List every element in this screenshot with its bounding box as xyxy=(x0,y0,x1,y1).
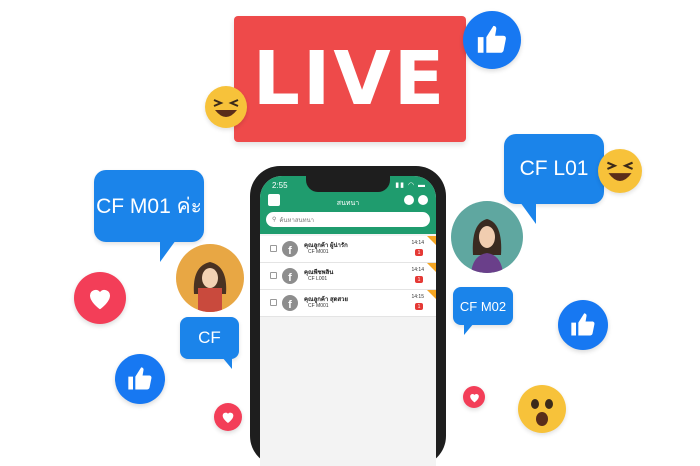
bubble-text: CF xyxy=(198,328,221,347)
unread-badge: 1 xyxy=(415,303,423,310)
status-icons: ▮▮ ◠ ▬ xyxy=(395,182,426,189)
message-time: 14:15 xyxy=(411,294,424,300)
facebook-icon: f xyxy=(282,268,298,284)
bubble-text: CF M02 xyxy=(459,298,507,314)
row-checkbox[interactable] xyxy=(270,299,277,306)
unread-badge: 1 xyxy=(415,249,423,256)
status-time: 2:55 xyxy=(272,181,288,190)
customer-avatar xyxy=(451,201,523,273)
search-placeholder: ค้นหาสนทนา xyxy=(279,217,315,224)
surprised-emoji-icon xyxy=(518,385,566,433)
heart-icon xyxy=(74,272,126,324)
heart-icon xyxy=(463,386,485,408)
corner-flag xyxy=(427,236,436,245)
corner-flag xyxy=(427,290,436,299)
corner-flag xyxy=(427,263,436,272)
bubble-tail xyxy=(222,357,232,369)
like-icon xyxy=(463,11,521,69)
chat-list-item[interactable]: f คุณลูกค้า สุดสวย CF M001 14:15 1 xyxy=(260,290,436,317)
phone-screen: 2:55 ▮▮ ◠ ▬ สนทนา ⚲ ค้นหาสนทนา f คุณลูกค… xyxy=(260,176,436,466)
like-icon xyxy=(115,354,165,404)
chat-list-item[interactable]: f คุณพีชพลิน CF L001 14:14 1 xyxy=(260,263,436,290)
phone-mockup: 2:55 ▮▮ ◠ ▬ สนทนา ⚲ ค้นหาสนทนา f คุณลูกค… xyxy=(250,166,446,466)
facebook-icon: f xyxy=(282,241,298,257)
laughing-emoji-icon xyxy=(205,86,247,128)
bubble-text: CF L01 xyxy=(519,157,589,180)
order-code: CF M001 xyxy=(308,249,329,255)
customer-avatar xyxy=(176,244,244,312)
chat-bubble-cf-m02: CF M02 xyxy=(453,287,513,325)
live-sign: LIVE xyxy=(234,16,466,142)
message-time: 14:14 xyxy=(411,240,424,246)
search-icon: ⚲ xyxy=(272,217,277,223)
more-icon[interactable] xyxy=(418,195,428,205)
message-time: 14:14 xyxy=(411,267,424,273)
chat-bubble-cf-m01: CF M01 ค่ะ xyxy=(94,170,204,242)
chat-list-item[interactable]: f คุณลูกค้า ผู้น่ารัก CF M001 14:14 1 xyxy=(260,236,436,263)
row-checkbox[interactable] xyxy=(270,245,277,252)
bubble-tail xyxy=(520,202,536,224)
chat-bubble-cf: CF xyxy=(180,317,239,359)
search-input[interactable]: ⚲ ค้นหาสนทนา xyxy=(266,212,430,227)
heart-icon xyxy=(214,403,242,431)
filter-icon[interactable] xyxy=(404,195,414,205)
facebook-icon: f xyxy=(282,295,298,311)
like-icon xyxy=(558,300,608,350)
order-code: CF M001 xyxy=(308,303,329,309)
bubble-tail xyxy=(464,323,474,335)
order-code: CF L001 xyxy=(308,276,328,282)
bubble-tail xyxy=(160,240,176,262)
row-checkbox[interactable] xyxy=(270,272,277,279)
unread-badge: 1 xyxy=(415,276,423,283)
laughing-emoji-icon xyxy=(598,149,642,193)
chat-bubble-cf-l01: CF L01 xyxy=(504,134,604,204)
phone-notch xyxy=(306,176,390,192)
bubble-text: CF M01 ค่ะ xyxy=(96,194,202,218)
